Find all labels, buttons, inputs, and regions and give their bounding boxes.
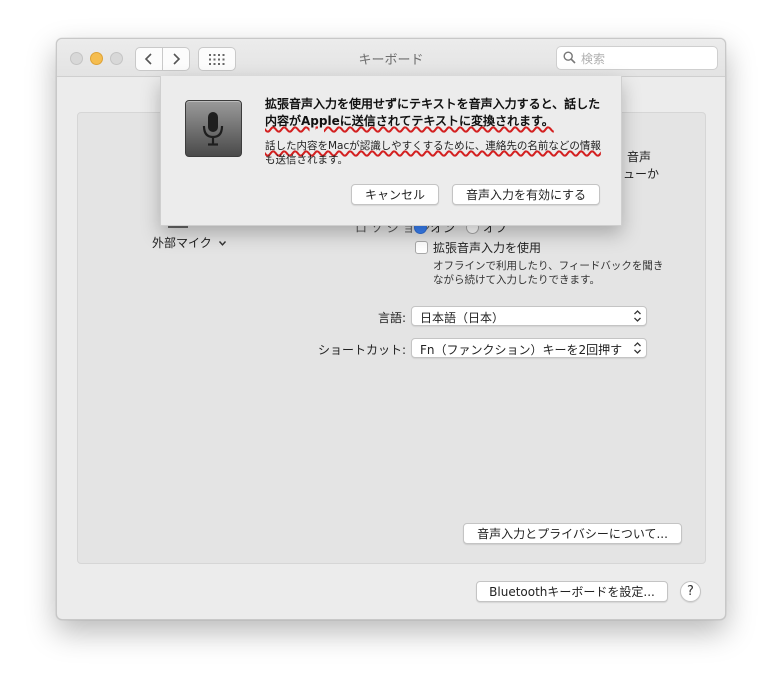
alert-title-line2: 内容がAppleに送信されてテキストに変換されます。 — [265, 114, 554, 128]
shortcut-value: Fn（ファンクション）キーを2回押す — [420, 343, 623, 357]
shortcut-popup[interactable]: Fn（ファンクション）キーを2回押す — [411, 338, 647, 358]
input-source-selector[interactable]: 外部マイク — [152, 234, 227, 251]
enhanced-dictation-label: 拡張音声入力を使用 — [433, 241, 542, 255]
help-button[interactable]: ? — [680, 581, 701, 602]
alert-title-line1: 拡張音声入力を使用せずにテキストを音声入力すると、話した — [265, 97, 601, 111]
language-label: 言語: — [378, 311, 407, 325]
dictation-privacy-button[interactable]: 音声入力とプライバシーについて... — [463, 523, 682, 544]
shortcut-label: ショートカット: — [318, 343, 407, 357]
updown-arrows-icon — [634, 310, 641, 322]
enable-dictation-button[interactable]: 音声入力を有効にする — [452, 184, 600, 205]
alert-body: 話した内容をMacが認識しやすくするために、連絡先の名前などの情報 も送信されま… — [265, 139, 601, 167]
partial-label-voice: 音声 — [627, 150, 652, 164]
enhanced-dictation-checkbox[interactable] — [415, 241, 428, 254]
chevron-down-icon — [218, 241, 226, 246]
partial-label-menu: ューか — [623, 167, 660, 181]
cancel-button[interactable]: キャンセル — [351, 184, 439, 205]
search-placeholder: 検索 — [581, 52, 606, 66]
language-value: 日本語（日本） — [420, 311, 505, 325]
setup-bluetooth-keyboard-button[interactable]: Bluetoothキーボードを設定... — [476, 581, 668, 602]
search-icon — [563, 51, 576, 64]
enhanced-desc-line2: ながら続けて入力したりできます。 — [433, 274, 600, 286]
alert-body-line1: 話した内容をMacが認識しやすくするために、連絡先の名前などの情報 — [265, 140, 601, 152]
alert-title: 拡張音声入力を使用せずにテキストを音声入力すると、話した 内容がAppleに送信… — [265, 96, 601, 130]
language-popup[interactable]: 日本語（日本） — [411, 306, 647, 326]
enhanced-desc-line1: オフラインで利用したり、フィードバックを聞き — [433, 260, 664, 272]
search-field[interactable]: 検索 — [556, 46, 718, 70]
updown-arrows-icon — [634, 342, 641, 354]
title-bar: キーボード 検索 — [57, 39, 725, 77]
alert-body-line2: も送信されます。 — [265, 154, 348, 166]
dictation-alert-sheet: 拡張音声入力を使用せずにテキストを音声入力すると、話した 内容がAppleに送信… — [160, 76, 622, 226]
microphone-icon — [185, 100, 242, 157]
input-source-label: 外部マイク — [152, 236, 212, 250]
